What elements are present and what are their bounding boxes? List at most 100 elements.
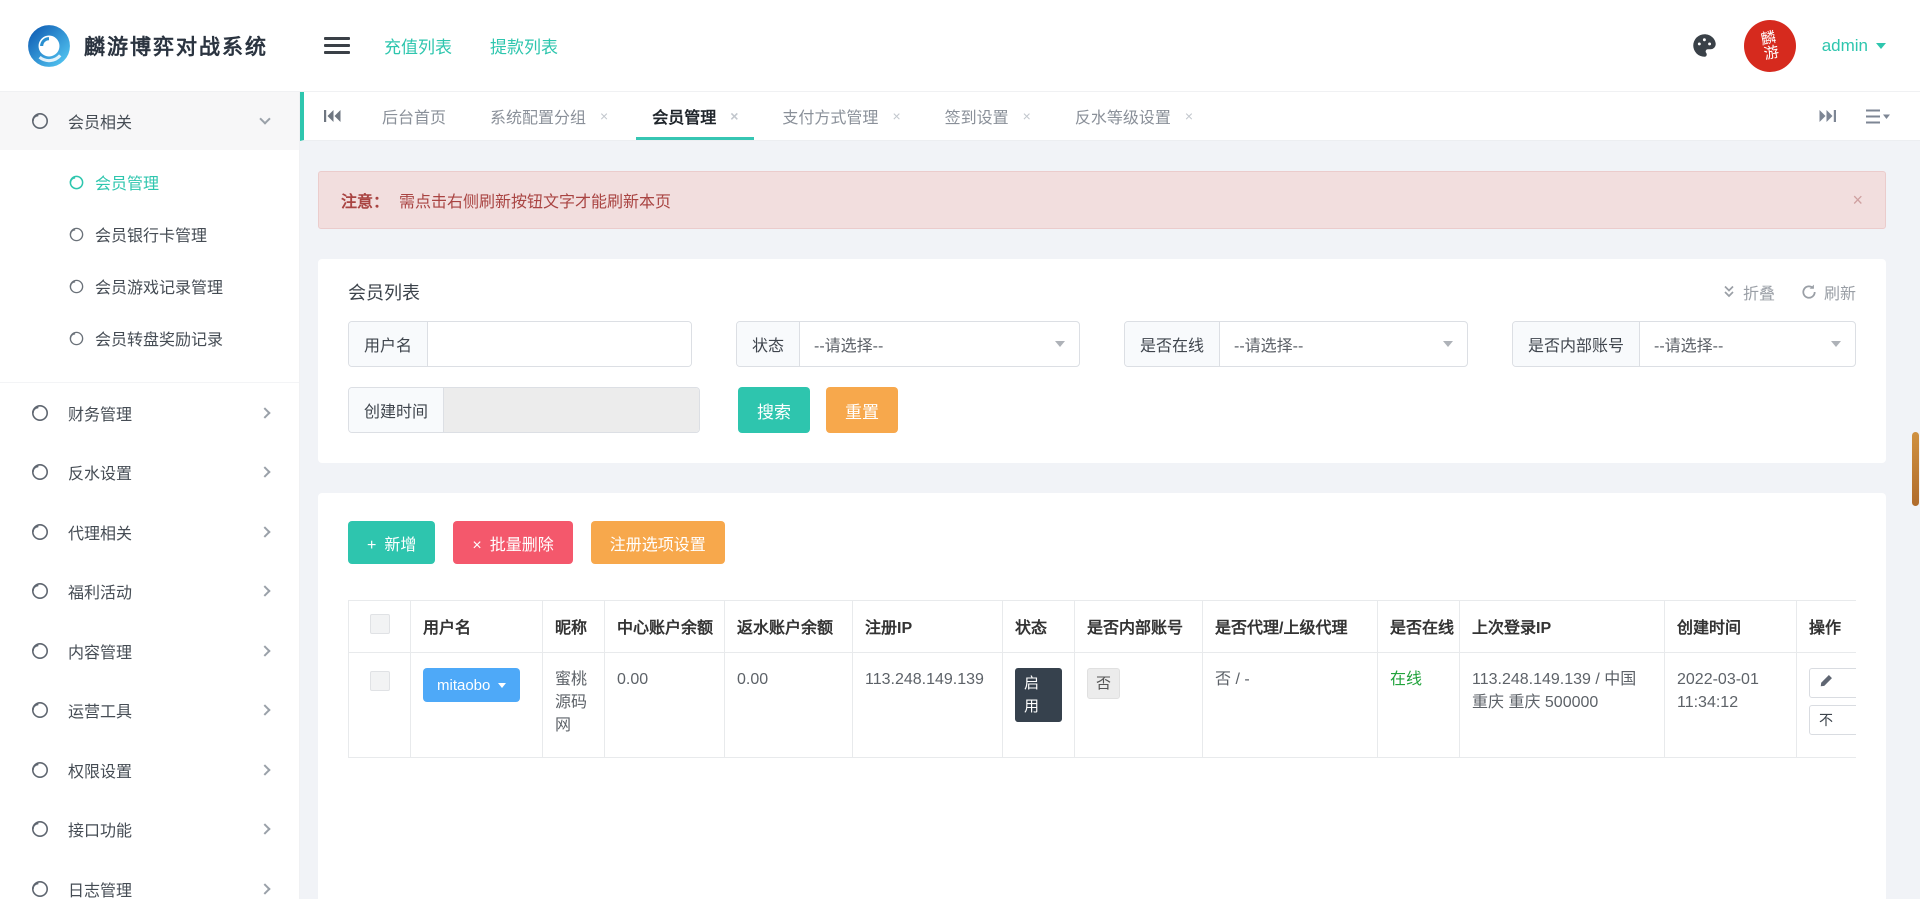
sidebar-item-label: 反水设置 bbox=[68, 460, 132, 484]
sidebar-item-label: 接口功能 bbox=[68, 817, 132, 841]
user-menu[interactable]: admin bbox=[1822, 36, 1886, 56]
col-last-login-ip: 上次登录IP bbox=[1460, 601, 1665, 653]
tab-rebate-level[interactable]: 反水等级设置 × bbox=[1053, 92, 1215, 140]
add-button[interactable]: +新增 bbox=[348, 521, 435, 564]
chevron-right-icon bbox=[259, 526, 270, 537]
chevron-right-icon bbox=[259, 467, 270, 478]
chevron-down-icon bbox=[1876, 43, 1886, 49]
close-icon[interactable]: × bbox=[600, 108, 608, 124]
sidebar-item-member-gamelog[interactable]: 会员游戏记录管理 bbox=[0, 260, 299, 312]
sidebar-item-member-manage[interactable]: 会员管理 bbox=[0, 156, 299, 208]
col-center-balance: 中心账户余额 bbox=[605, 601, 725, 653]
sidebar-group-member[interactable]: 会员相关 bbox=[0, 92, 299, 150]
rebate-balance-cell: 0.00 bbox=[725, 653, 853, 758]
circle-icon bbox=[30, 700, 50, 720]
refresh-label: 刷新 bbox=[1824, 280, 1856, 304]
sidebar-item-member-wheel[interactable]: 会员转盘奖励记录 bbox=[0, 312, 299, 364]
username-input[interactable] bbox=[428, 322, 691, 366]
chevron-right-icon bbox=[259, 407, 270, 418]
sidebar-item-label: 财务管理 bbox=[68, 401, 132, 425]
col-username: 用户名 bbox=[411, 601, 543, 653]
collapse-label: 折叠 bbox=[1743, 280, 1775, 304]
edit-button[interactable] bbox=[1809, 668, 1856, 698]
sidebar-item-api[interactable]: 接口功能 bbox=[0, 800, 299, 860]
sidebar-submenu: 会员管理 会员银行卡管理 会员游戏记录管理 会员转盘奖励记录 bbox=[0, 150, 299, 383]
online-select[interactable]: --请选择-- bbox=[1220, 322, 1467, 366]
status-label: 状态 bbox=[737, 322, 800, 366]
sidebar-item-rebate[interactable]: 反水设置 bbox=[0, 443, 299, 503]
close-icon[interactable]: × bbox=[1185, 108, 1193, 124]
select-all-checkbox[interactable] bbox=[370, 614, 390, 634]
sidebar-item-log[interactable]: 日志管理 bbox=[0, 859, 299, 899]
tabs-scroll-left-button[interactable] bbox=[304, 92, 360, 140]
circle-icon bbox=[30, 462, 50, 482]
search-form: 用户名 状态 --请选择-- 是否在线 --请选择-- bbox=[318, 321, 1886, 463]
secondary-action-button[interactable]: 不 bbox=[1809, 705, 1856, 735]
tab-system-config[interactable]: 系统配置分组× bbox=[468, 92, 630, 140]
tab-label: 反水等级设置 bbox=[1075, 104, 1171, 128]
created-at-cell: 2022-03-01 11:34:12 bbox=[1665, 653, 1797, 758]
sidebar-item-label: 会员转盘奖励记录 bbox=[95, 326, 223, 350]
refresh-icon bbox=[1801, 284, 1817, 300]
internal-select[interactable]: --请选择-- bbox=[1640, 322, 1855, 366]
tab-label: 支付方式管理 bbox=[782, 104, 878, 128]
avatar[interactable]: 麟游 bbox=[1744, 20, 1796, 72]
status-badge[interactable]: 启用 bbox=[1015, 668, 1062, 722]
sidebar-item-operation[interactable]: 运营工具 bbox=[0, 681, 299, 741]
circle-icon bbox=[30, 403, 50, 423]
batch-delete-button[interactable]: ×批量删除 bbox=[453, 521, 572, 564]
center-balance-cell: 0.00 bbox=[605, 653, 725, 758]
status-select-value: --请选择-- bbox=[814, 332, 883, 356]
scrollbar-thumb[interactable] bbox=[1912, 432, 1919, 506]
double-chevron-down-icon bbox=[1722, 285, 1736, 299]
app-logo-icon bbox=[26, 23, 72, 69]
tab-home[interactable]: 后台首页 bbox=[360, 92, 468, 140]
circle-icon bbox=[30, 522, 50, 542]
sidebar-item-agent[interactable]: 代理相关 bbox=[0, 502, 299, 562]
tab-member-manage[interactable]: 会员管理 × bbox=[630, 92, 760, 140]
search-button[interactable]: 搜索 bbox=[738, 387, 810, 433]
status-select[interactable]: --请选择-- bbox=[800, 322, 1079, 366]
close-icon[interactable]: × bbox=[1023, 108, 1031, 124]
refresh-button[interactable]: 刷新 bbox=[1801, 280, 1856, 304]
username-dropdown-button[interactable]: mitaobo bbox=[423, 668, 520, 702]
reset-button[interactable]: 重置 bbox=[826, 387, 898, 433]
created-input[interactable] bbox=[444, 388, 699, 432]
collapse-button[interactable]: 折叠 bbox=[1722, 280, 1775, 304]
hamburger-menu-icon[interactable] bbox=[324, 33, 350, 58]
fast-forward-icon[interactable] bbox=[1819, 109, 1836, 123]
chevron-down-icon bbox=[1443, 341, 1453, 347]
online-label: 是否在线 bbox=[1125, 322, 1220, 366]
col-rebate-balance: 返水账户余额 bbox=[725, 601, 853, 653]
internal-filter: 是否内部账号 --请选择-- bbox=[1512, 321, 1856, 367]
sidebar-item-permission[interactable]: 权限设置 bbox=[0, 740, 299, 800]
table-row: mitaobo 蜜桃源码网 0.00 0.00 113.248.149.139 … bbox=[349, 653, 1857, 758]
close-icon[interactable]: × bbox=[730, 108, 738, 124]
page-scrollbar[interactable] bbox=[1910, 0, 1920, 899]
tab-payment[interactable]: 支付方式管理 × bbox=[760, 92, 922, 140]
row-checkbox[interactable] bbox=[370, 671, 390, 691]
sidebar-item-finance[interactable]: 财务管理 bbox=[0, 383, 299, 443]
circle-icon bbox=[68, 278, 85, 295]
created-filter: 创建时间 bbox=[348, 387, 700, 433]
created-label: 创建时间 bbox=[349, 388, 444, 432]
status-filter: 状态 --请选择-- bbox=[736, 321, 1080, 367]
tab-label: 会员管理 bbox=[652, 104, 716, 128]
notice-close-icon[interactable]: × bbox=[1852, 190, 1863, 211]
sidebar-item-welfare[interactable]: 福利活动 bbox=[0, 562, 299, 622]
register-options-button[interactable]: 注册选项设置 bbox=[591, 521, 725, 564]
nav-withdraw-list[interactable]: 提款列表 bbox=[490, 33, 558, 58]
col-status: 状态 bbox=[1003, 601, 1075, 653]
theme-palette-icon[interactable] bbox=[1691, 32, 1718, 59]
tab-signin[interactable]: 签到设置× bbox=[923, 92, 1053, 140]
notice-text: 需点击右侧刷新按钮文字才能刷新本页 bbox=[399, 188, 671, 212]
sidebar-item-content[interactable]: 内容管理 bbox=[0, 621, 299, 681]
circle-icon bbox=[68, 174, 85, 191]
sidebar-item-label: 代理相关 bbox=[68, 520, 132, 544]
close-icon[interactable]: × bbox=[892, 108, 900, 124]
tab-menu-icon[interactable] bbox=[1866, 109, 1890, 124]
sidebar-item-member-bankcard[interactable]: 会员银行卡管理 bbox=[0, 208, 299, 260]
col-nickname: 昵称 bbox=[543, 601, 605, 653]
username-value: mitaobo bbox=[437, 677, 490, 694]
nav-recharge-list[interactable]: 充值列表 bbox=[384, 33, 452, 58]
